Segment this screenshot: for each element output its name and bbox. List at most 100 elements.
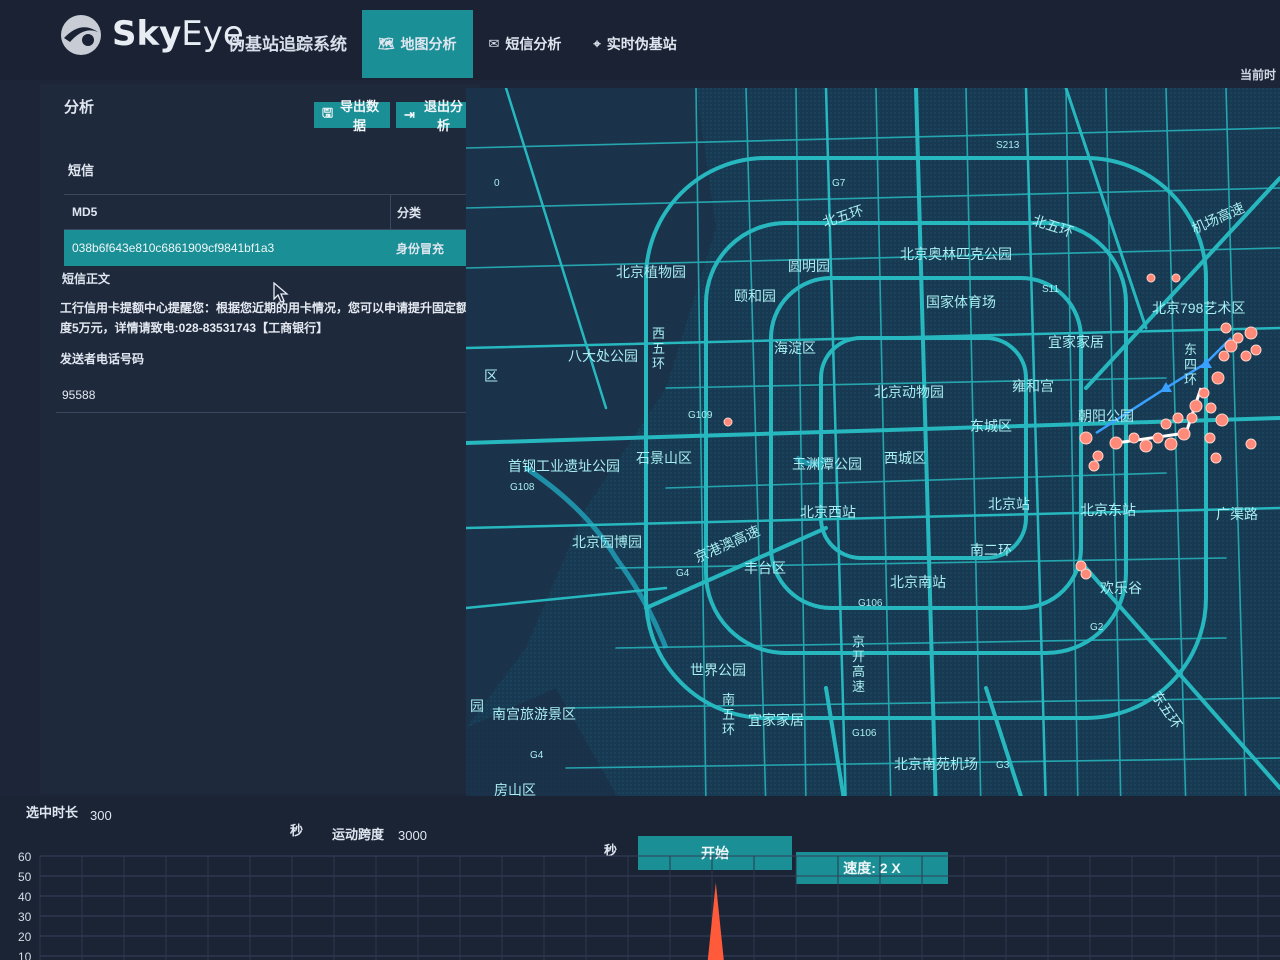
highway-label: G106 (852, 728, 877, 739)
export-data-button[interactable]: 🖫 导出数据 (314, 99, 390, 133)
main-nav: 🗺 地图分析 ✉ 短信分析 ⌖ 实时伪基站 (362, 10, 693, 78)
map-label: 雍和宫 (1012, 378, 1054, 394)
nav-tab-sms-analysis[interactable]: ✉ 短信分析 (473, 10, 578, 78)
sms-body-label: 短信正文 (62, 272, 111, 286)
nav-tab-realtime-station[interactable]: ⌖ 实时伪基站 (577, 10, 692, 78)
duration-label: 选中时长 (26, 805, 79, 820)
map-vertical-label: 南五环 (722, 692, 736, 737)
map-label: 朝阳公园 (1078, 408, 1134, 424)
map-edge-label: 0 (494, 178, 500, 189)
map-label: 北京东站 (1080, 502, 1136, 518)
sms-body-text: 工行信用卡提额中心提醒您：根据您近期的用卡情况，您可以申请提升固定额度5万元，详… (60, 301, 469, 335)
map-label: 北京南苑机场 (894, 756, 978, 772)
map-label: 颐和园 (734, 288, 776, 304)
chart-y-tick: 20 (18, 930, 32, 944)
crosshair-icon: ⌖ (593, 36, 601, 51)
nav-tab-label: 地图分析 (400, 36, 457, 52)
map-label: 八大处公园 (568, 348, 638, 364)
chart-y-tick: 40 (18, 890, 32, 904)
sender-phone-label: 发送者电话号码 (60, 352, 145, 366)
sms-table-header: MD5 分类 (64, 195, 472, 230)
panel-title: 分析 (64, 99, 95, 116)
brand-name: SkyEye (112, 14, 244, 54)
map-label: 北京南站 (890, 574, 946, 590)
highway-label: G2 (1090, 622, 1104, 633)
map-label: 东城区 (970, 418, 1012, 434)
highway-label: G109 (688, 410, 713, 421)
map-vertical-label: 京开高速 (852, 634, 866, 694)
column-header-md5: MD5 (72, 205, 98, 219)
skyeye-logo-icon (61, 15, 101, 55)
playback-panel: 选中时长 300 秒 运动跨度 3000 秒 开始 速度: 2 X 60 50 40… (0, 796, 1280, 960)
map-edge-label: 区 (484, 368, 498, 384)
map-label: 国家体育场 (926, 294, 996, 310)
highway-label: S11 (1042, 284, 1060, 295)
chart-spike (707, 882, 724, 960)
chart-y-tick: 50 (18, 870, 32, 884)
mouse-cursor-icon (273, 282, 289, 303)
cell-category: 身份冒充 (396, 241, 445, 256)
sms-section-label: 短信 (68, 163, 95, 178)
map-edge-label: 园 (470, 698, 484, 714)
map-label: 石景山区 (636, 450, 692, 466)
map-label: 北京站 (988, 496, 1030, 512)
map-icon: 🗺 (378, 36, 395, 51)
map-label: 海淀区 (774, 340, 816, 356)
highway-label: S213 (996, 140, 1020, 151)
map-label: 南二环 (970, 542, 1012, 558)
column-header-category: 分类 (390, 195, 472, 229)
exit-analysis-label: 退出分析 (423, 99, 463, 133)
save-icon: 🖫 (322, 105, 334, 120)
nav-tab-label: 实时伪基站 (606, 36, 677, 52)
map-label: 首钢工业遗址公园 (508, 458, 620, 474)
current-time-label: 当前时 (1239, 68, 1276, 82)
nav-tab-label: 短信分析 (505, 36, 562, 52)
map-label: 北京西站 (800, 504, 856, 520)
chart-y-tick: 30 (18, 910, 32, 924)
app-subtitle: 伪基站追踪系统 (228, 35, 347, 54)
map-label: 世界公园 (690, 662, 746, 678)
map-label: 圆明园 (788, 258, 830, 274)
sign-out-icon: ⇥ (404, 107, 415, 122)
map-vertical-label: 西五环 (652, 326, 666, 371)
map-label: 北京园博园 (572, 534, 642, 550)
highway-label: G4 (530, 750, 544, 761)
map-label: 西城区 (884, 450, 926, 466)
map-view[interactable]: 北京植物园 圆明园 颐和园 北京奥林匹克公园 国家体育场 北京798艺术区 宜家… (466, 88, 1280, 812)
nav-tab-map-analysis[interactable]: 🗺 地图分析 (362, 10, 473, 78)
duration-value[interactable]: 300 (90, 808, 112, 823)
highway-label: G106 (858, 598, 883, 609)
span-value[interactable]: 3000 (398, 828, 427, 843)
map-label: 丰台区 (744, 560, 786, 576)
envelope-icon: ✉ (488, 36, 500, 51)
cell-md5: 038b6f643e810c6861909cf9841bf1a3 (72, 241, 275, 255)
table-row[interactable]: 038b6f643e810c6861909cf9841bf1a3 身份冒充 (64, 230, 472, 266)
analysis-panel: 分析 🖫 导出数据 ⇥ 退出分析 短信 MD5 分类 038b6f643e810… (40, 84, 480, 794)
app-window: SkyEye 伪基站追踪系统 🗺 地图分析 ✉ 短信分析 ⌖ 实时伪基站 当前时… (0, 0, 1280, 960)
activity-chart: 60 50 40 30 20 10 (18, 850, 1280, 960)
map-label: 欢乐谷 (1100, 580, 1142, 596)
highway-label: G7 (832, 178, 846, 189)
map-label: 北京植物园 (616, 264, 686, 280)
map-label: 北京动物园 (874, 384, 944, 400)
top-bar: SkyEye 伪基站追踪系统 🗺 地图分析 ✉ 短信分析 ⌖ 实时伪基站 当前时 (0, 0, 1280, 82)
sender-phone-value: 95588 (56, 380, 467, 413)
exit-analysis-button[interactable]: ⇥ 退出分析 (396, 99, 476, 133)
sms-table: MD5 分类 038b6f643e810c6861909cf9841bf1a3 … (64, 194, 472, 266)
map-label: 北京798艺术区 (1152, 300, 1246, 316)
map-label: 广渠路 (1216, 506, 1258, 522)
duration-unit: 秒 (290, 823, 304, 838)
chart-y-tick: 10 (18, 950, 32, 960)
highway-label: G3 (996, 760, 1010, 771)
map-label: 宜家家居 (1048, 334, 1104, 350)
map-label: 北京奥林匹克公园 (900, 246, 1012, 262)
map-label: 玉渊潭公园 (792, 456, 862, 472)
chart-y-tick: 60 (18, 850, 32, 864)
map-label: 宜家家居 (748, 712, 804, 728)
map-label: 南宫旅游景区 (492, 706, 576, 722)
export-data-label: 导出数据 (340, 99, 380, 133)
highway-label: G4 (676, 568, 690, 579)
span-label: 运动跨度 (332, 827, 385, 842)
highway-label: G108 (510, 482, 535, 493)
map-vertical-label: 东四环 (1184, 342, 1198, 387)
